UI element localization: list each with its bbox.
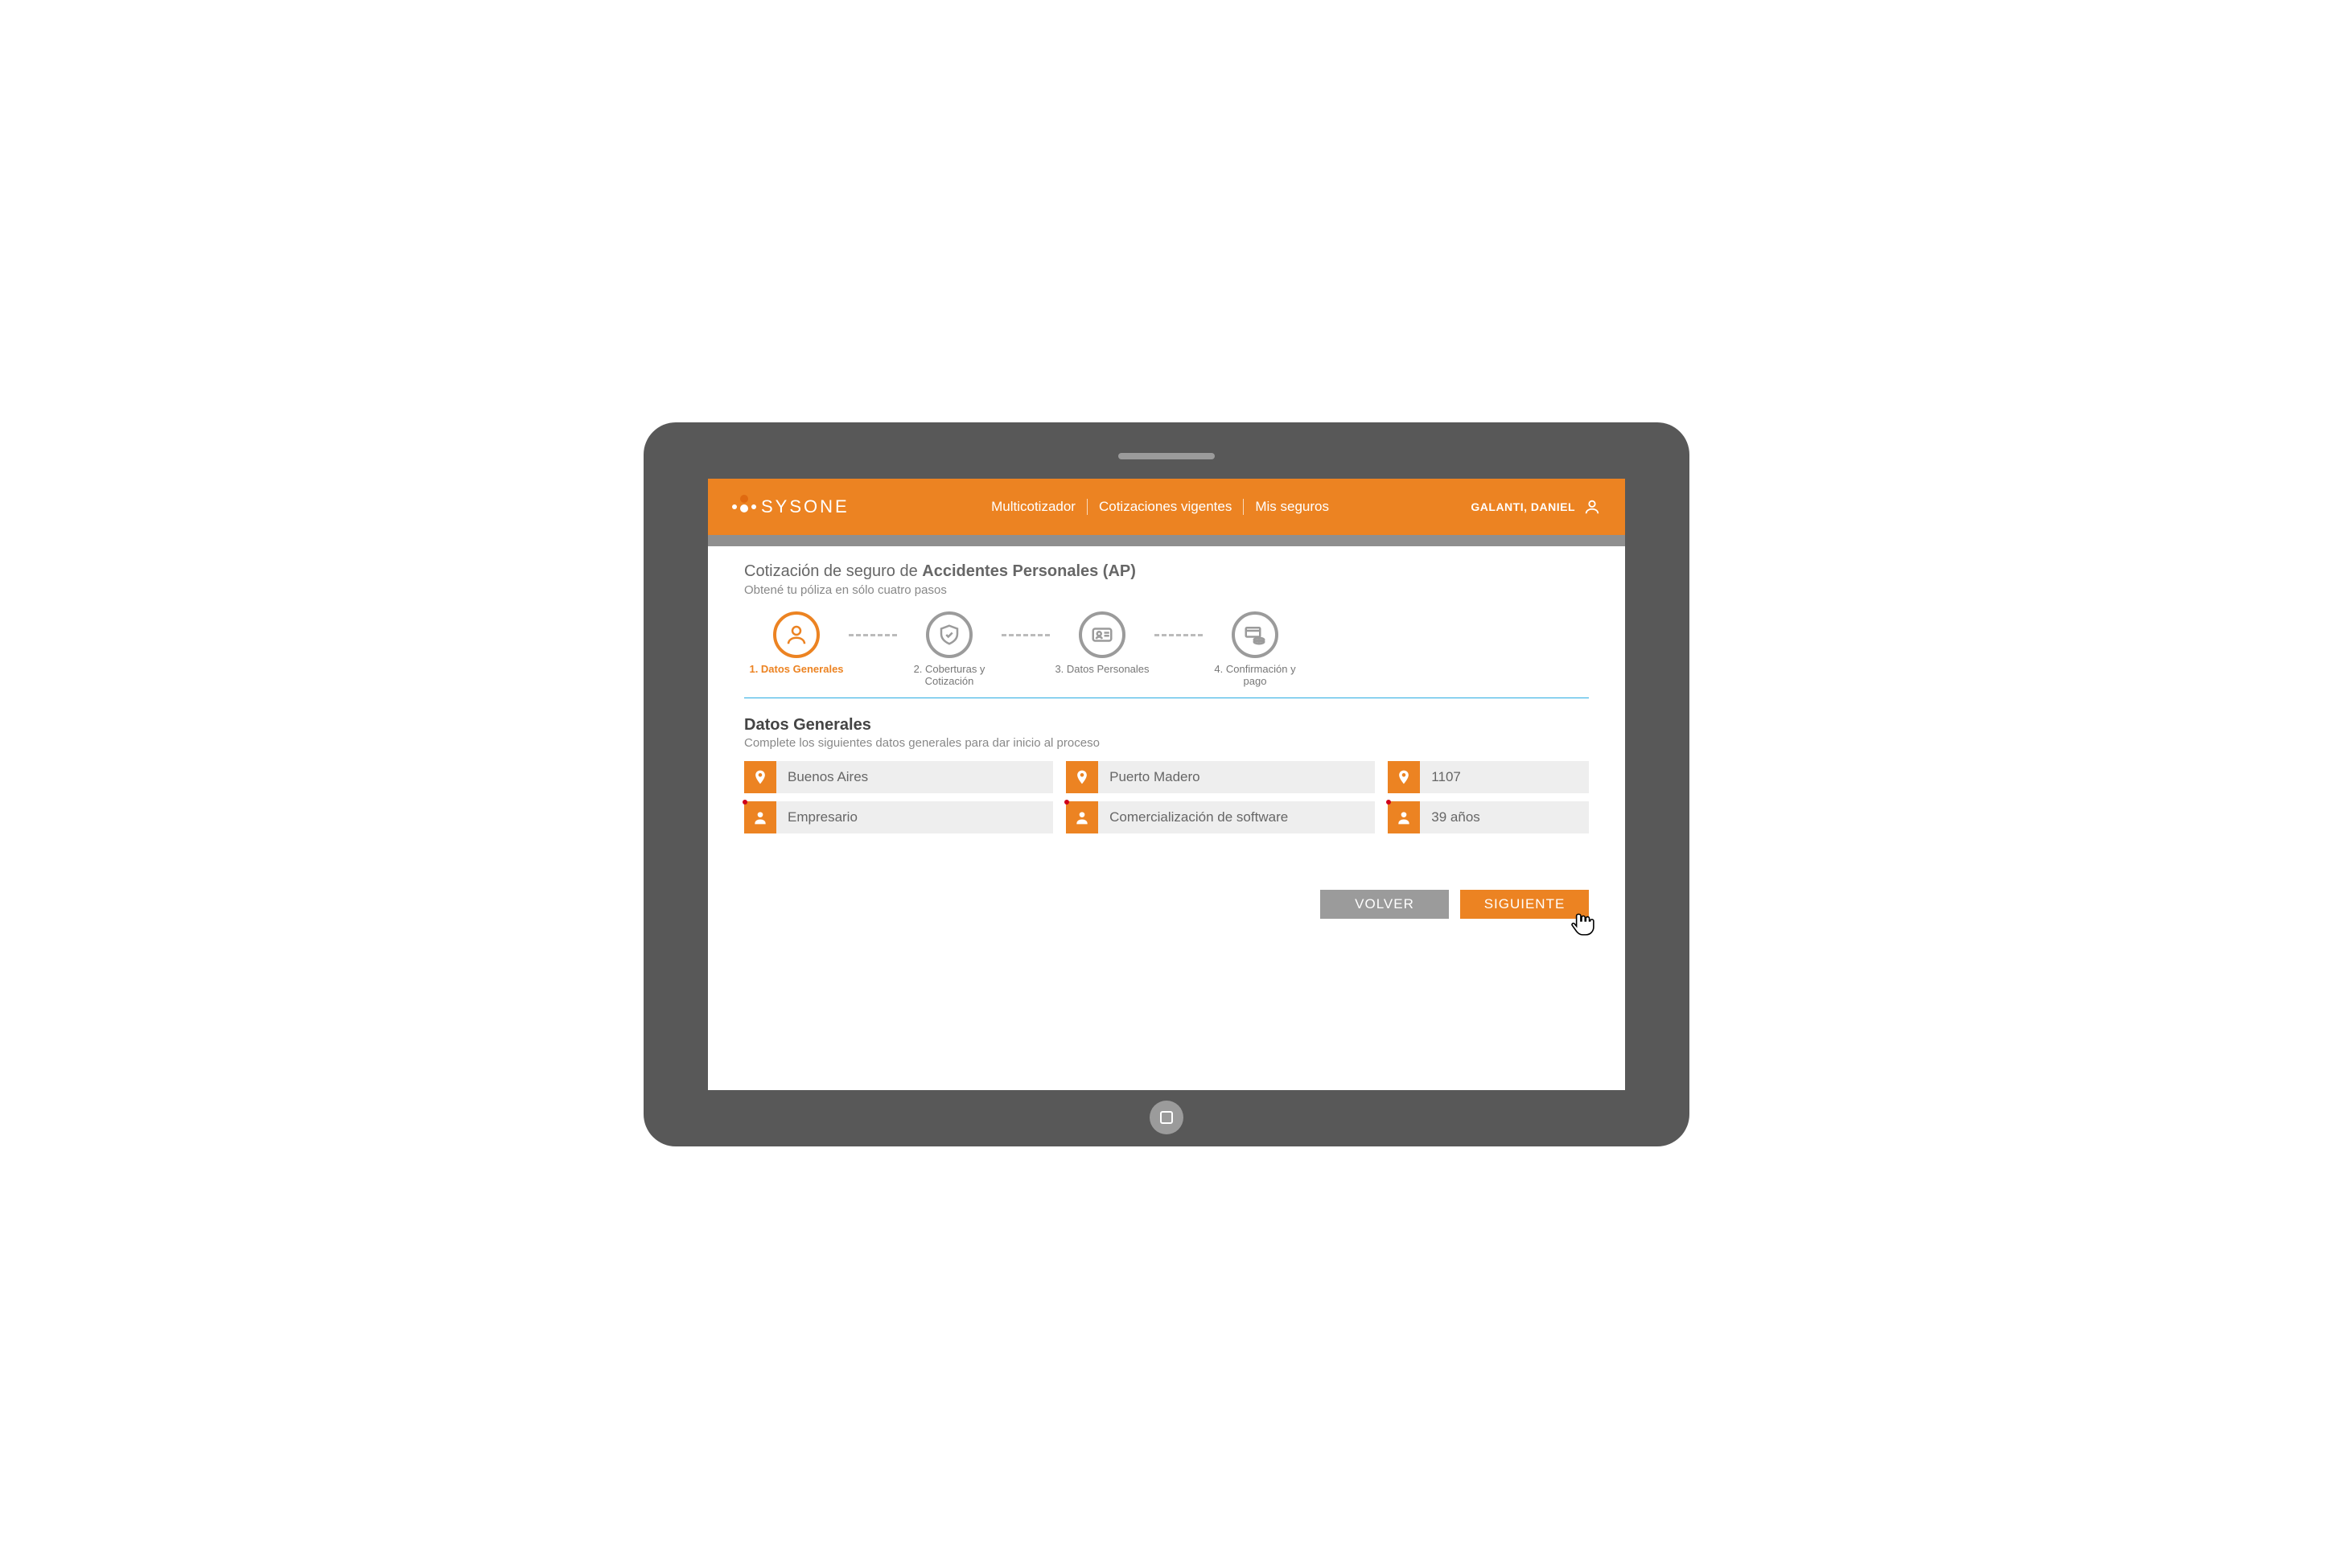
page-title: Cotización de seguro de Accidentes Perso… — [744, 562, 1589, 581]
occupation-value: Empresario — [776, 801, 1053, 833]
city-value: Buenos Aires — [776, 761, 1053, 793]
user-menu[interactable]: GALANTI, DANIEL — [1471, 498, 1601, 516]
back-button[interactable]: VOLVER — [1320, 890, 1449, 919]
brand-logo[interactable]: sysone — [732, 495, 850, 519]
section-title: Datos Generales — [744, 716, 1589, 735]
brand-logo-mark — [732, 495, 756, 519]
content-area: Cotización de seguro de Accidentes Perso… — [708, 546, 1625, 935]
step-connector — [1002, 634, 1050, 636]
tablet-speaker — [1118, 453, 1215, 459]
step-3-datos-personales[interactable]: 3. Datos Personales — [1050, 611, 1154, 676]
step-2-label: 2. Coberturas y Cotización — [897, 663, 1002, 688]
user-name: GALANTI, DANIEL — [1471, 500, 1575, 513]
age-value: 39 años — [1420, 801, 1589, 833]
page-subtitle: Obtené tu póliza en sólo cuatro pasos — [744, 583, 1589, 597]
id-card-icon — [1079, 611, 1125, 658]
person-icon — [1066, 801, 1098, 833]
postal-code-field[interactable]: 1107 — [1388, 761, 1589, 793]
section-subtitle: Complete los siguientes datos generales … — [744, 736, 1589, 750]
actions-row: VOLVER SIGUIENTE — [744, 890, 1589, 919]
location-pin-icon — [1388, 761, 1420, 793]
app-header: sysone Multicotizador Cotizaciones vigen… — [708, 479, 1625, 535]
location-pin-icon — [1066, 761, 1098, 793]
person-icon — [1388, 801, 1420, 833]
person-icon — [744, 801, 776, 833]
brand-name: sysone — [761, 496, 850, 517]
step-1-label: 1. Datos Generales — [744, 663, 849, 676]
home-button-icon — [1160, 1111, 1173, 1124]
page-title-prefix: Cotización de seguro de — [744, 562, 922, 580]
tablet-home-button[interactable] — [1150, 1101, 1183, 1134]
city-field[interactable]: Buenos Aires — [744, 761, 1053, 793]
page-title-strong: Accidentes Personales (AP) — [922, 562, 1136, 580]
person-icon — [773, 611, 820, 658]
user-icon — [1583, 498, 1601, 516]
nav-multicotizador[interactable]: Multicotizador — [980, 499, 1088, 515]
sub-header-bar — [708, 535, 1625, 546]
tablet-frame: sysone Multicotizador Cotizaciones vigen… — [644, 422, 1689, 1146]
neighborhood-value: Puerto Madero — [1098, 761, 1375, 793]
step-1-datos-generales[interactable]: 1. Datos Generales — [744, 611, 849, 676]
activity-field[interactable]: Comercialización de software — [1066, 801, 1375, 833]
step-connector — [1154, 634, 1203, 636]
fields-grid: Buenos Aires Puerto Madero 1107 — [744, 761, 1589, 833]
shield-check-icon — [926, 611, 973, 658]
occupation-field[interactable]: Empresario — [744, 801, 1053, 833]
payment-icon — [1232, 611, 1278, 658]
step-3-label: 3. Datos Personales — [1050, 663, 1154, 676]
app-screen: sysone Multicotizador Cotizaciones vigen… — [708, 479, 1625, 1090]
nav-cotizaciones-vigentes[interactable]: Cotizaciones vigentes — [1088, 499, 1244, 515]
stepper: 1. Datos Generales 2. Coberturas y Cotiz… — [744, 611, 1589, 698]
age-field[interactable]: 39 años — [1388, 801, 1589, 833]
location-pin-icon — [744, 761, 776, 793]
step-4-confirmacion-pago[interactable]: 4. Confirmación y pago — [1203, 611, 1307, 688]
step-2-coberturas[interactable]: 2. Coberturas y Cotización — [897, 611, 1002, 688]
postal-code-value: 1107 — [1420, 761, 1589, 793]
activity-value: Comercialización de software — [1098, 801, 1375, 833]
neighborhood-field[interactable]: Puerto Madero — [1066, 761, 1375, 793]
step-4-label: 4. Confirmación y pago — [1203, 663, 1307, 688]
cursor-hand-icon — [1568, 909, 1595, 936]
step-connector — [849, 634, 897, 636]
nav-mis-seguros[interactable]: Mis seguros — [1244, 499, 1340, 515]
main-nav: Multicotizador Cotizaciones vigentes Mis… — [850, 499, 1471, 515]
